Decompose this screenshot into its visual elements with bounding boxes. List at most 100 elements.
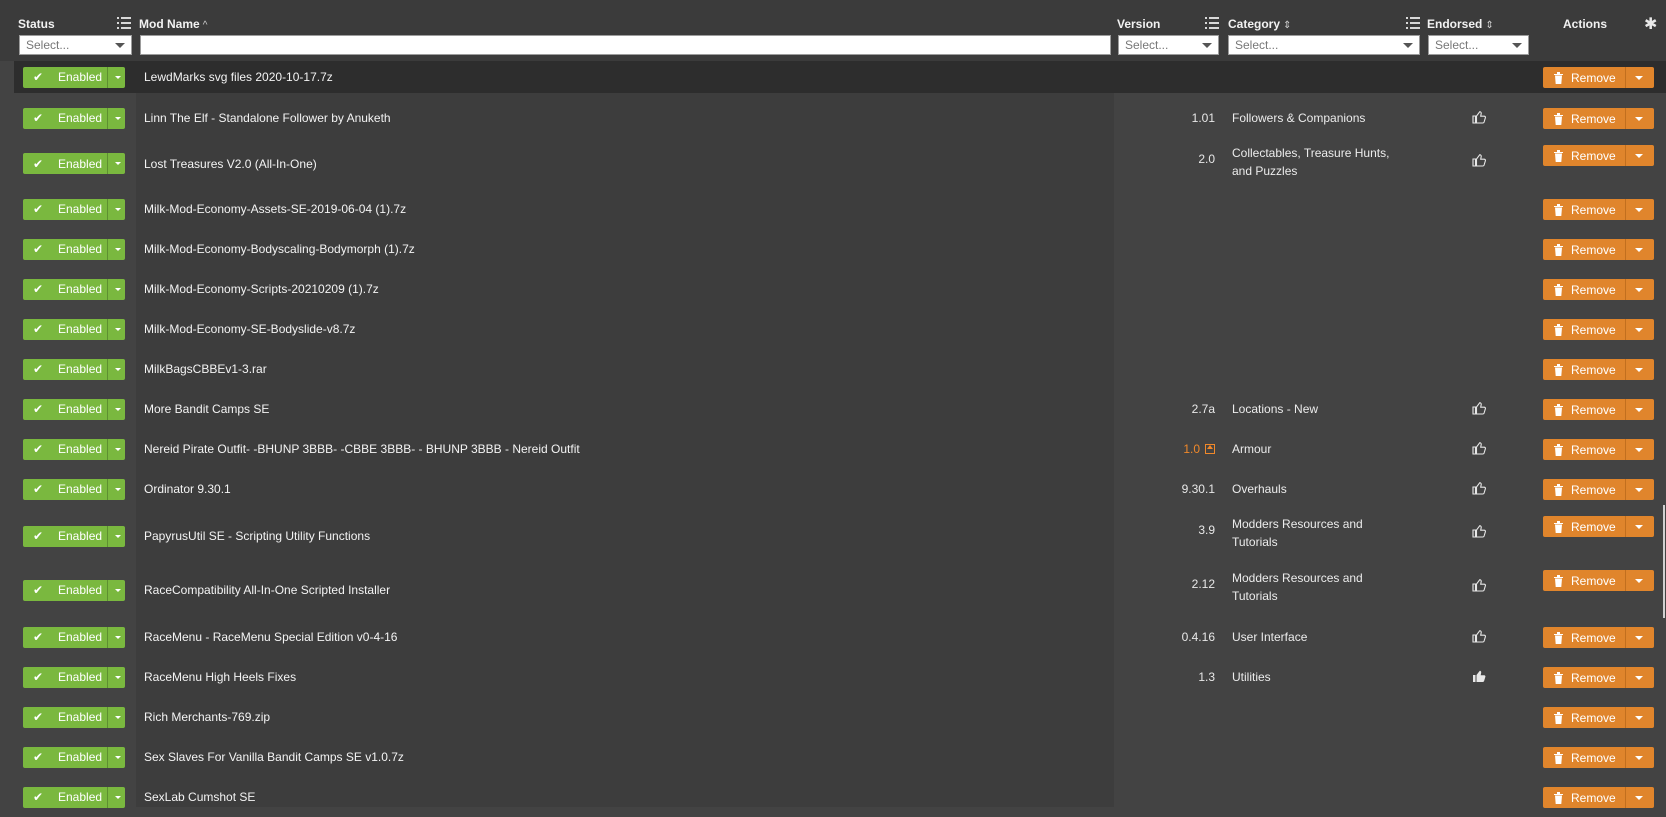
enabled-status-button[interactable]: ✔ Enabled (23, 666, 125, 688)
remove-button[interactable]: Remove (1543, 746, 1654, 768)
remove-button[interactable]: Remove (1543, 107, 1654, 129)
chevron-down-icon[interactable] (115, 715, 121, 719)
enabled-status-button[interactable]: ✔ Enabled (23, 398, 125, 420)
enabled-status-button[interactable]: ✔ Enabled (23, 198, 125, 220)
chevron-down-icon[interactable] (115, 487, 121, 491)
mod-name[interactable]: Rich Merchants-769.zip (144, 710, 270, 724)
chevron-down-icon[interactable] (1635, 207, 1643, 212)
mod-name[interactable]: LewdMarks svg files 2020-10-17.7z (144, 70, 333, 84)
chevron-down-icon[interactable] (1635, 75, 1643, 80)
endorse-thumbs-up-icon[interactable] (1472, 401, 1486, 415)
remove-button[interactable]: Remove (1543, 278, 1654, 300)
scrollbar[interactable] (1663, 505, 1665, 618)
column-chooser-icon[interactable] (1205, 16, 1219, 30)
chevron-down-icon[interactable] (1635, 116, 1643, 121)
version-filter-select[interactable]: Select... (1118, 35, 1219, 55)
chevron-down-icon[interactable] (115, 407, 121, 411)
endorsed-thumbs-up-icon[interactable] (1472, 669, 1486, 683)
mod-name[interactable]: SexLab Cumshot SE (144, 790, 255, 804)
enabled-status-button[interactable]: ✔ Enabled (23, 278, 125, 300)
remove-button[interactable]: Remove (1543, 198, 1654, 220)
remove-button[interactable]: Remove (1543, 66, 1654, 88)
enabled-status-button[interactable]: ✔ Enabled (23, 318, 125, 340)
enabled-status-button[interactable]: ✔ Enabled (23, 153, 125, 174)
status-filter-select[interactable]: Select... (19, 35, 132, 55)
chevron-down-icon[interactable] (1635, 327, 1643, 332)
mod-name[interactable]: RaceCompatibility All-In-One Scripted In… (144, 583, 390, 597)
chevron-down-icon[interactable] (1635, 487, 1643, 492)
chevron-down-icon[interactable] (115, 116, 121, 120)
endorse-thumbs-up-icon[interactable] (1472, 481, 1486, 495)
remove-button[interactable]: Remove (1543, 786, 1654, 808)
header-status[interactable]: Status (18, 17, 55, 31)
chevron-down-icon[interactable] (1635, 367, 1643, 372)
mod-name[interactable]: RaceMenu - RaceMenu Special Edition v0-4… (144, 630, 397, 644)
remove-button[interactable]: Remove (1543, 478, 1654, 500)
chevron-down-icon[interactable] (1635, 407, 1643, 412)
remove-button[interactable]: Remove (1543, 398, 1654, 420)
chevron-down-icon[interactable] (1635, 755, 1643, 760)
mod-name[interactable]: Milk-Mod-Economy-SE-Bodyslide-v8.7z (144, 322, 355, 336)
column-chooser-icon[interactable] (117, 16, 131, 30)
enabled-status-button[interactable]: ✔ Enabled (23, 626, 125, 648)
enabled-status-button[interactable]: ✔ Enabled (23, 746, 125, 768)
endorse-thumbs-up-icon[interactable] (1472, 524, 1486, 538)
chevron-down-icon[interactable] (1635, 635, 1643, 640)
chevron-down-icon[interactable] (115, 534, 121, 538)
header-version[interactable]: Version (1117, 17, 1160, 31)
endorse-thumbs-up-icon[interactable] (1472, 441, 1486, 455)
remove-button[interactable]: Remove (1543, 238, 1654, 260)
mod-name[interactable]: Milk-Mod-Economy-Scripts-20210209 (1).7z (144, 282, 379, 296)
enabled-status-button[interactable]: ✔ Enabled (23, 238, 125, 260)
chevron-down-icon[interactable] (1635, 287, 1643, 292)
mod-name[interactable]: Milk-Mod-Economy-Bodyscaling-Bodymorph (… (144, 242, 415, 256)
chevron-down-icon[interactable] (115, 588, 121, 592)
update-available-icon[interactable] (1205, 444, 1215, 454)
enabled-status-button[interactable]: ✔ Enabled (23, 786, 125, 808)
chevron-down-icon[interactable] (115, 755, 121, 759)
remove-button[interactable]: Remove (1543, 706, 1654, 728)
chevron-down-icon[interactable] (115, 247, 121, 251)
column-chooser-icon[interactable] (1406, 16, 1420, 30)
chevron-down-icon[interactable] (1635, 154, 1643, 158)
chevron-down-icon[interactable] (1635, 579, 1643, 583)
remove-button[interactable]: Remove (1543, 318, 1654, 340)
remove-button[interactable]: Remove (1543, 516, 1654, 537)
endorse-thumbs-up-icon[interactable] (1472, 110, 1486, 124)
endorse-thumbs-up-icon[interactable] (1472, 153, 1486, 167)
mod-name[interactable]: Milk-Mod-Economy-Assets-SE-2019-06-04 (1… (144, 202, 406, 216)
chevron-down-icon[interactable] (1635, 447, 1643, 452)
chevron-down-icon[interactable] (115, 287, 121, 291)
chevron-down-icon[interactable] (115, 75, 121, 79)
mod-name[interactable]: Linn The Elf - Standalone Follower by An… (144, 111, 391, 125)
enabled-status-button[interactable]: ✔ Enabled (23, 438, 125, 460)
remove-button[interactable]: Remove (1543, 626, 1654, 648)
remove-button[interactable]: Remove (1543, 145, 1654, 166)
chevron-down-icon[interactable] (115, 367, 121, 371)
chevron-down-icon[interactable] (1635, 675, 1643, 680)
enabled-status-button[interactable]: ✔ Enabled (23, 478, 125, 500)
remove-button[interactable]: Remove (1543, 358, 1654, 380)
enabled-status-button[interactable]: ✔ Enabled (23, 579, 125, 601)
chevron-down-icon[interactable] (115, 675, 121, 679)
remove-button[interactable]: Remove (1543, 666, 1654, 688)
chevron-down-icon[interactable] (115, 635, 121, 639)
chevron-down-icon[interactable] (115, 447, 121, 451)
category-filter-select[interactable]: Select... (1228, 35, 1420, 55)
enabled-status-button[interactable]: ✔ Enabled (23, 358, 125, 380)
gear-icon[interactable]: ✱ (1644, 14, 1657, 34)
mod-name[interactable]: RaceMenu High Heels Fixes (144, 670, 296, 684)
endorse-thumbs-up-icon[interactable] (1472, 629, 1486, 643)
remove-button[interactable]: Remove (1543, 570, 1654, 591)
chevron-down-icon[interactable] (1635, 525, 1643, 529)
endorsed-filter-select[interactable]: Select... (1428, 35, 1529, 55)
mod-name[interactable]: More Bandit Camps SE (144, 402, 269, 416)
chevron-down-icon[interactable] (1635, 247, 1643, 252)
mod-name[interactable]: Nereid Pirate Outfit- -BHUNP 3BBB- -CBBE… (144, 442, 580, 456)
header-category[interactable]: Category ⇕ (1228, 17, 1291, 31)
mod-name[interactable]: PapyrusUtil SE - Scripting Utility Funct… (144, 529, 370, 543)
chevron-down-icon[interactable] (115, 162, 121, 165)
remove-button[interactable]: Remove (1543, 438, 1654, 460)
mod-name-filter-input[interactable] (140, 35, 1111, 55)
mod-name[interactable]: Sex Slaves For Vanilla Bandit Camps SE v… (144, 750, 404, 764)
